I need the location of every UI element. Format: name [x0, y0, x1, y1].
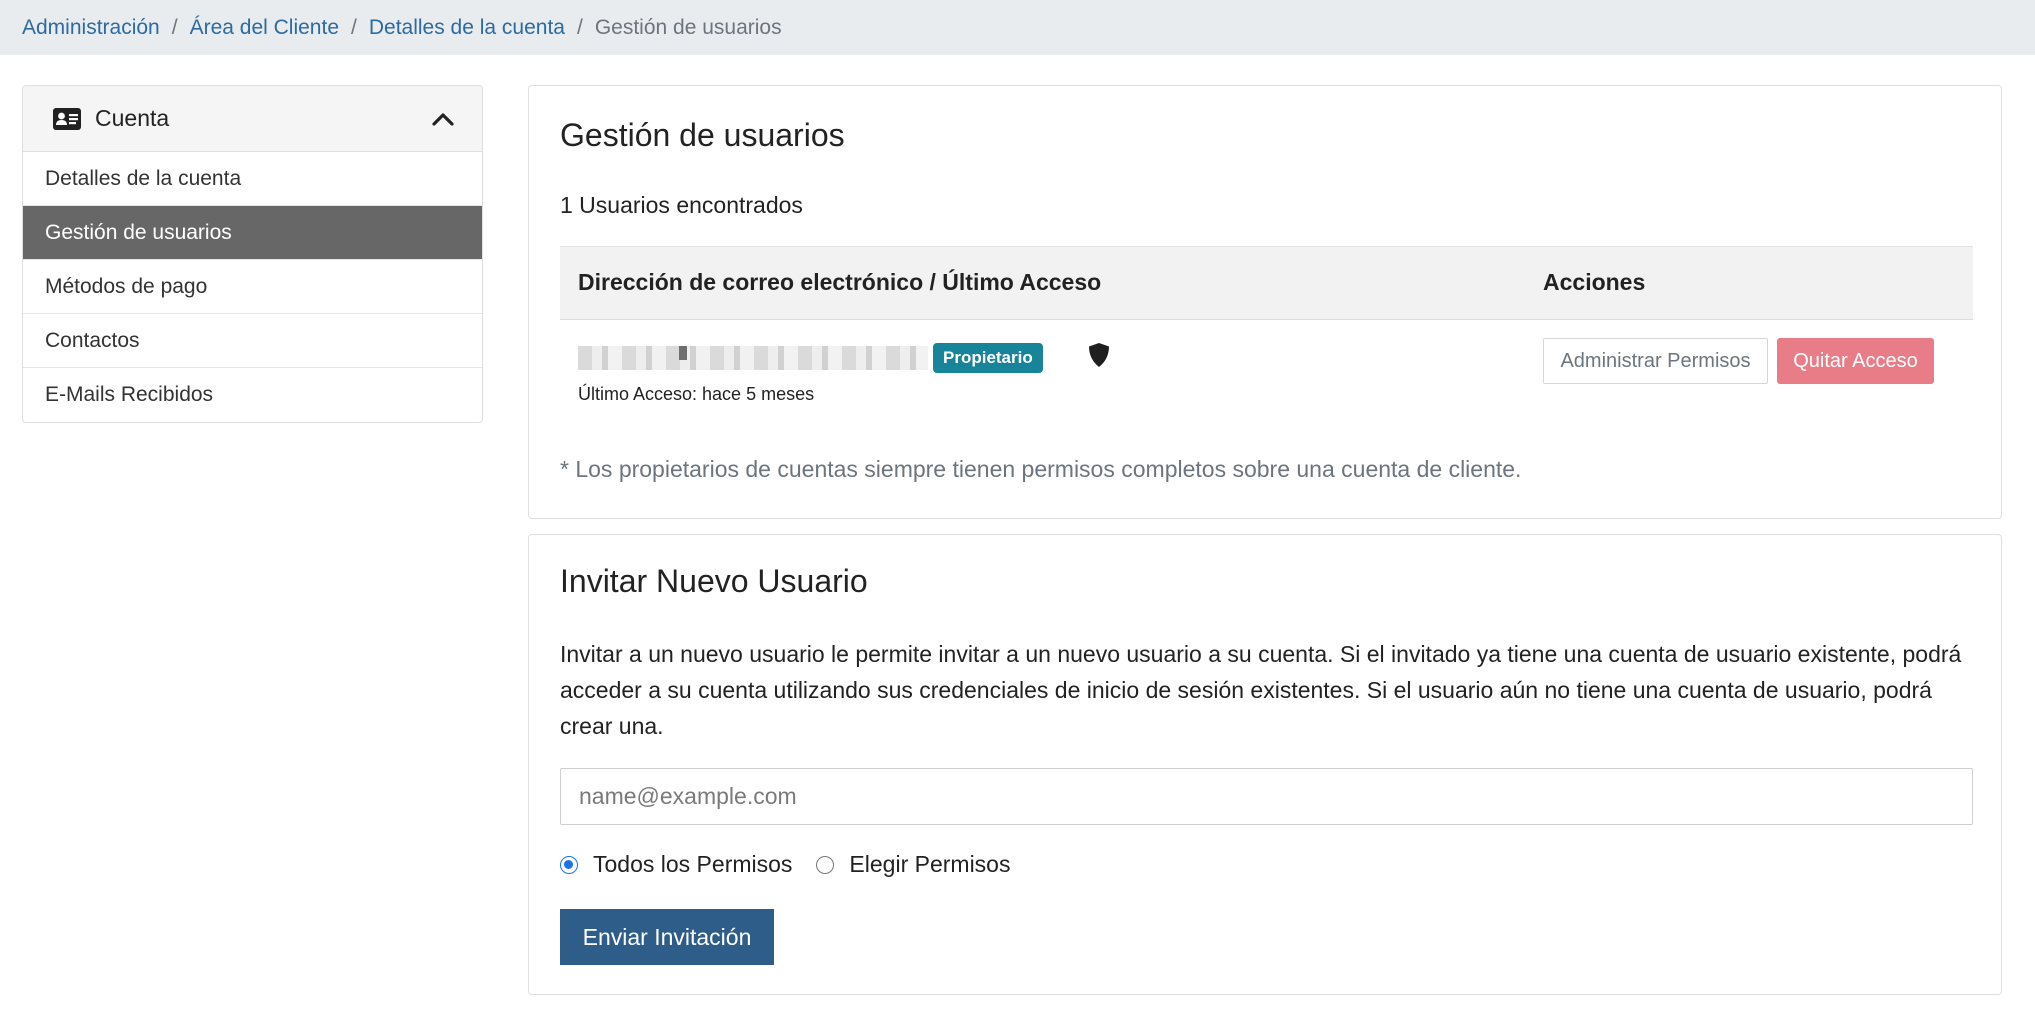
- breadcrumb-separator: /: [171, 15, 178, 39]
- radio-all-permissions-label: Todos los Permisos: [593, 851, 793, 877]
- invite-card: Invitar Nuevo Usuario Invitar a un nuevo…: [528, 534, 2002, 995]
- user-email-redacted: [578, 346, 928, 370]
- breadcrumb-separator: /: [576, 15, 583, 39]
- owner-badge: Propietario: [933, 343, 1043, 373]
- column-header-actions: Acciones: [1543, 269, 1646, 295]
- send-invitation-button[interactable]: Enviar Invitación: [560, 909, 774, 965]
- manage-permissions-button[interactable]: Administrar Permisos: [1543, 338, 1768, 384]
- radio-all-permissions[interactable]: Todos los Permisos: [560, 851, 792, 878]
- sidebar-item-metodos-pago[interactable]: Métodos de pago: [23, 260, 482, 314]
- sidebar: Cuenta Detalles de la cuenta Gestión de …: [22, 85, 483, 423]
- permissions-radio-group: Todos los Permisos Elegir Permisos: [560, 851, 1034, 878]
- email-field[interactable]: [560, 768, 1973, 825]
- remove-access-button[interactable]: Quitar Acceso: [1777, 338, 1934, 384]
- breadcrumb-link-area-cliente[interactable]: Área del Cliente: [190, 16, 339, 40]
- page-title: Gestión de usuarios: [560, 117, 845, 153]
- sidebar-item-emails-recibidos[interactable]: E-Mails Recibidos: [23, 368, 482, 422]
- chevron-up-icon[interactable]: [432, 105, 454, 132]
- breadcrumb-link-administracion[interactable]: Administración: [22, 16, 160, 40]
- breadcrumb-current: Gestión de usuarios: [594, 15, 782, 39]
- invite-description: Invitar a un nuevo usuario le permite in…: [560, 641, 1962, 739]
- breadcrumb-separator: /: [351, 15, 357, 39]
- breadcrumb: Administración / Área del Cliente / Deta…: [0, 0, 2035, 55]
- invite-title: Invitar Nuevo Usuario: [560, 563, 868, 599]
- column-header-email: Dirección de correo electrónico / Último…: [578, 269, 1102, 295]
- sidebar-item-detalles-cuenta[interactable]: Detalles de la cuenta: [23, 152, 482, 206]
- breadcrumb-link-detalles-cuenta[interactable]: Detalles de la cuenta: [369, 16, 565, 40]
- users-count: 1 Usuarios encontrados: [560, 192, 803, 218]
- shield-icon: [1087, 342, 1111, 373]
- sidebar-item-contactos[interactable]: Contactos: [23, 314, 482, 368]
- table-row: Propietario Último Acceso: hace 5 meses …: [560, 320, 1973, 420]
- users-table-header: Dirección de correo electrónico / Último…: [560, 246, 1973, 320]
- radio-unchecked-icon[interactable]: [816, 855, 835, 874]
- users-card: Gestión de usuarios 1 Usuarios encontrad…: [528, 85, 2002, 519]
- sidebar-item-gestion-usuarios[interactable]: Gestión de usuarios: [23, 206, 482, 260]
- sidebar-title: Cuenta: [95, 105, 170, 131]
- radio-checked-icon[interactable]: [560, 855, 578, 874]
- last-access: Último Acceso: hace 5 meses: [578, 384, 815, 404]
- owner-note: * Los propietarios de cuentas siempre ti…: [560, 456, 1522, 482]
- sidebar-header[interactable]: Cuenta: [23, 86, 482, 152]
- radio-choose-permissions-label: Elegir Permisos: [849, 851, 1011, 877]
- radio-choose-permissions[interactable]: Elegir Permisos: [816, 851, 1010, 878]
- id-card-icon: [53, 107, 81, 130]
